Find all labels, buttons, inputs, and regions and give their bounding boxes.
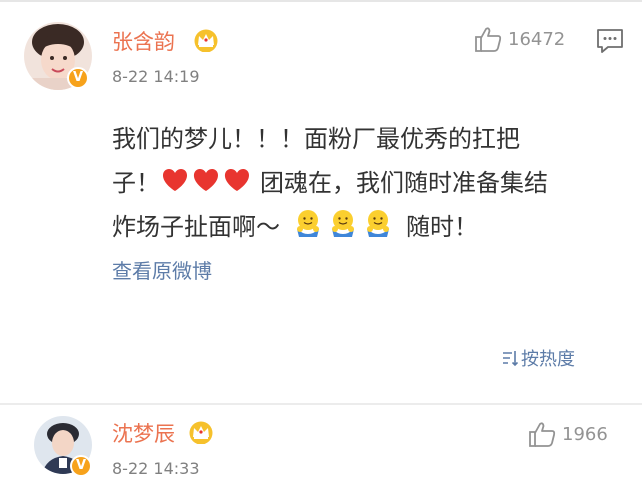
comment-text: 炸场子扯面啊～ bbox=[112, 213, 280, 241]
thumbs-up-icon bbox=[475, 27, 502, 52]
comment-time: 8-22 14:19 bbox=[112, 67, 200, 86]
username[interactable]: 沈梦辰 bbox=[112, 421, 175, 447]
top-divider bbox=[0, 0, 642, 2]
comment-text: 随时！ bbox=[406, 213, 478, 241]
comment-text: 子！ bbox=[112, 169, 160, 197]
comment-icon[interactable] bbox=[596, 28, 624, 54]
crown-icon bbox=[194, 29, 218, 52]
heart-emoji bbox=[162, 169, 250, 191]
comment-line: 子！ 团魂在，我们随时准备集结 bbox=[112, 161, 632, 205]
username[interactable]: 张含韵 bbox=[112, 29, 175, 55]
like-button[interactable]: 16472 bbox=[474, 26, 565, 52]
comment-text: 团魂在，我们随时准备集结 bbox=[260, 169, 548, 197]
like-button[interactable]: 1966 bbox=[528, 421, 608, 447]
comment-line: 我们的梦儿！！！面粉厂最优秀的扛把 bbox=[112, 125, 520, 153]
comment-line: 炸场子扯面啊～ 随时！ bbox=[112, 205, 632, 249]
sort-label: 按热度 bbox=[521, 349, 575, 370]
verified-badge: V bbox=[70, 455, 92, 477]
second-comment bbox=[0, 405, 642, 489]
like-count: 16472 bbox=[508, 28, 566, 50]
crown-icon bbox=[189, 421, 213, 444]
comment-body: 我们的梦儿！！！面粉厂最优秀的扛把 子！ 团魂在，我们随时准备集结 炸场子扯面啊… bbox=[112, 117, 632, 249]
comment-time: 8-22 14:33 bbox=[112, 459, 200, 478]
like-count: 1966 bbox=[562, 423, 608, 445]
thumbs-up-icon bbox=[529, 422, 556, 447]
view-original-link[interactable]: 查看原微博 bbox=[112, 258, 212, 284]
sort-icon bbox=[503, 351, 518, 367]
hug-emoji bbox=[297, 210, 389, 237]
sort-by-hot-button[interactable]: 按热度 bbox=[502, 345, 575, 371]
verified-badge: V bbox=[67, 67, 89, 89]
